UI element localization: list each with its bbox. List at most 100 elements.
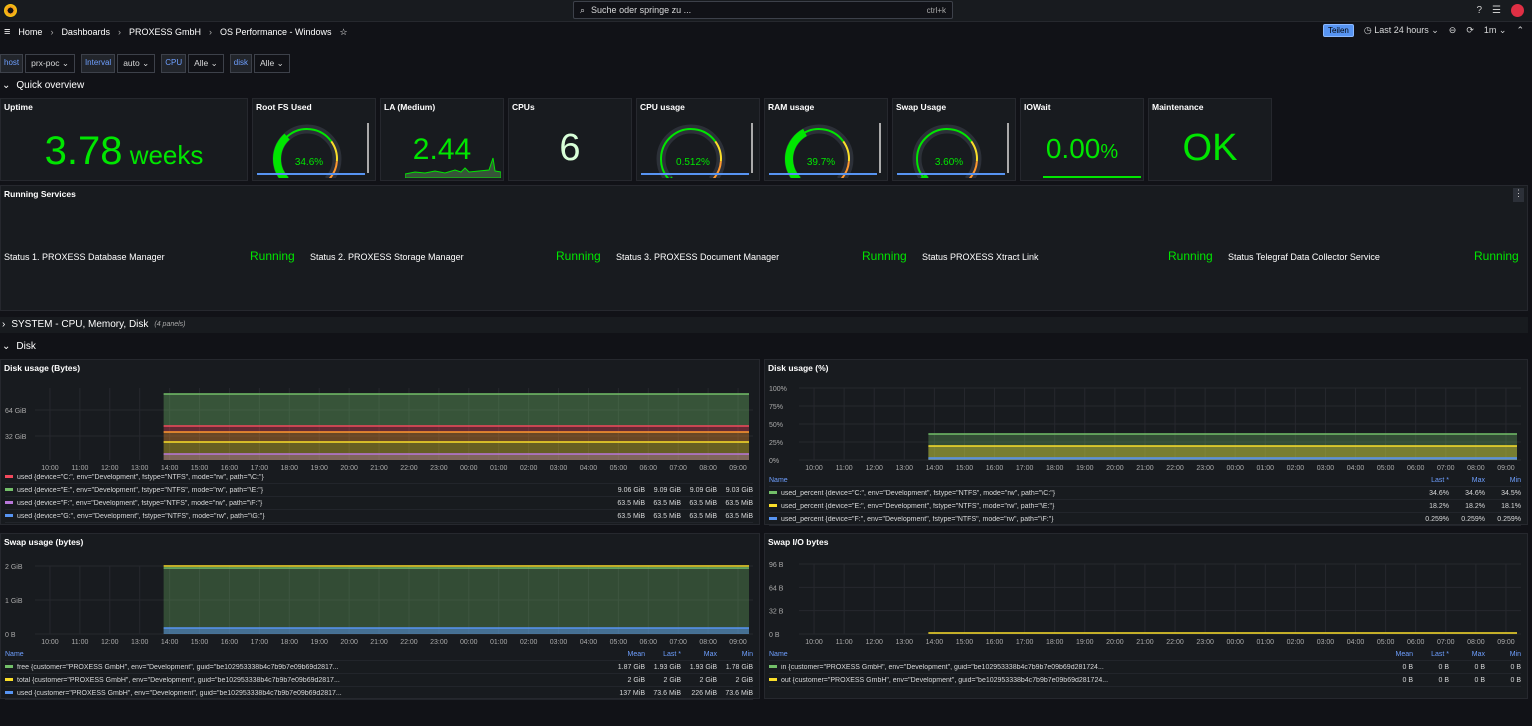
row-quick-overview[interactable]: ⌄ Quick overview [2,80,84,91]
legend-header-cell[interactable]: Last * [1413,651,1449,658]
legend-row[interactable]: total {customer="PROXESS GmbH", env="Dev… [5,674,753,687]
legend-value: 63.5 MiB [725,499,753,507]
panel-title: Running Services [4,189,76,199]
x-tick-label: 13:00 [896,639,914,646]
panel-running-services[interactable]: Running Services ⋮ [0,185,1528,311]
legend-value: 63.5 MiB [653,499,681,507]
panel-swap-io[interactable]: Swap I/O bytes 10:00 11:00 12:00 13:00 14:00… [764,533,1528,699]
news-icon[interactable]: ☰ [1492,5,1501,16]
legend-header-cell[interactable]: Mean [609,651,645,658]
panel-root-fs[interactable]: Root FS Used 34.6% [252,98,376,181]
legend-value: 0 B [1402,663,1413,671]
var-cpu-select[interactable]: Alle ⌄ [188,54,224,73]
var-interval-select[interactable]: auto ⌄ [117,54,156,73]
panel-title: Disk usage (Bytes) [4,363,81,373]
panel-swap-usage-bytes[interactable]: Swap usage (bytes) 10:00 11:00 12:00 13:00 1… [0,533,760,700]
legend-row[interactable]: used {device="C:", env="Development", fs… [5,471,753,484]
gauge-swap [897,123,1009,178]
chevron-down-icon: ⌄ [2,80,11,91]
gauge-bottom-bar [769,173,877,175]
legend-value: 63.5 MiB [689,512,717,520]
legend-header-cell[interactable]: Max [1449,477,1485,484]
legend-header-cell[interactable]: Last * [645,651,681,658]
row-system[interactable] [0,317,1528,333]
legend-row[interactable]: free {customer="PROXESS GmbH", env="Deve… [5,661,753,674]
panel-load-average[interactable]: LA (Medium) 2.44 [380,98,504,181]
legend-value: 9.09 GiB [653,486,681,494]
panel-cpu-usage[interactable]: CPU usage 0.512% [636,98,760,181]
legend-header-cell[interactable]: Min [1485,477,1521,484]
breadcrumb-dashboard[interactable]: OS Performance - Windows [220,27,332,37]
panel-menu-icon[interactable]: ⋮ [1513,188,1524,202]
x-tick-label: 16:00 [221,639,239,646]
panel-disk-usage-bytes[interactable]: Disk usage (Bytes) 10:00 11:00 12:00 13:00 1… [0,359,760,525]
collapse-icon[interactable]: ⌃ [1516,25,1524,36]
series-area [163,568,749,634]
legend-row[interactable]: used {device="G:", env="Development", fs… [5,510,753,523]
x-tick-label: 12:00 [101,639,119,646]
var-disk-select[interactable]: Alle ⌄ [254,54,290,73]
legend-value: 63.5 MiB [689,499,717,507]
time-picker[interactable]: ◷ Last 24 hours ⌄ [1364,25,1439,36]
panel-maintenance[interactable]: Maintenance OK [1148,98,1272,181]
help-icon[interactable]: ? [1476,5,1482,16]
legend-header-cell[interactable]: Name [769,651,1377,658]
legend-row[interactable]: in {customer="PROXESS GmbH", env="Develo… [769,661,1521,674]
panel-title: Swap I/O bytes [768,537,829,547]
zoom-out-icon[interactable]: ⊖ [1449,25,1457,36]
legend-header-cell[interactable]: Max [681,651,717,658]
panel-ram-usage[interactable]: RAM usage 39.7% [764,98,888,181]
legend-value: 0 B [1510,663,1521,671]
avatar[interactable] [1511,4,1524,17]
breadcrumb-home[interactable]: Home [18,27,42,37]
row-disk[interactable]: ⌄ Disk [2,341,36,352]
panel-iowait[interactable]: IOWait 0.00% [1020,98,1144,181]
legend-swatch [769,491,777,495]
legend-row[interactable]: out {customer="PROXESS GmbH", env="Devel… [769,674,1521,687]
panel-swap-usage[interactable]: Swap Usage 3.60% [892,98,1016,181]
legend-row[interactable]: used {device="E:", env="Development", fs… [5,484,753,497]
legend-header-cell[interactable]: Last * [1413,477,1449,484]
panel-title: Disk usage (%) [768,363,829,373]
legend-header-cell[interactable]: Max [1449,651,1485,658]
x-tick-label: 16:00 [986,639,1004,646]
search-input[interactable]: ⌕ Suche oder springe zu ... ctrl+k [573,1,953,19]
x-tick-label: 23:00 [1196,465,1214,472]
legend-row[interactable]: used_percent {device="F:", env="Developm… [769,513,1521,526]
legend-header-cell[interactable]: Name [5,651,609,658]
legend-value: 1.78 GiB [725,663,753,671]
legend-value: 137 MiB [619,689,645,697]
service-status: Running [1168,249,1213,263]
legend-row[interactable]: used_percent {device="E:", env="Developm… [769,500,1521,513]
refresh-interval[interactable]: 1m ⌄ [1484,25,1507,36]
x-tick-label: 03:00 [1317,639,1335,646]
legend-header-cell[interactable]: Mean [1377,651,1413,658]
share-button[interactable]: Teilen [1322,24,1354,37]
panel-disk-usage-percent[interactable]: Disk usage (%) 10:00 11:00 12:00 13:00 14:00… [764,359,1528,526]
x-tick-label: 13:00 [896,465,914,472]
legend-header-cell[interactable]: Min [1485,651,1521,658]
row-system-title[interactable]: › SYSTEM - CPU, Memory, Disk (4 panels) [2,319,186,330]
legend-header-cell[interactable]: Min [717,651,753,658]
legend-row[interactable]: used {device="F:", env="Development", fs… [5,497,753,510]
grafana-logo-icon[interactable] [4,4,17,17]
star-icon[interactable]: ☆ [340,27,348,38]
breadcrumb-dashboards[interactable]: Dashboards [61,27,110,37]
chart-disk-percent: 10:00 11:00 12:00 13:00 14:00 15:00 16:00 17:00… [769,386,1521,472]
legend-header-cell[interactable]: Name [769,477,1413,484]
var-host-select[interactable]: prx-poc ⌄ [25,54,75,73]
legend-row[interactable]: used_percent {device="C:", env="Developm… [769,487,1521,500]
breadcrumb-folder[interactable]: PROXESS GmbH [129,27,201,37]
y-tick-label: 2 GiB [5,564,23,571]
panel-title: Root FS Used [256,102,312,112]
menu-icon[interactable]: ≡ [4,26,10,38]
x-tick-label: 00:00 [1226,465,1244,472]
legend-row[interactable]: used {customer="PROXESS GmbH", env="Deve… [5,687,753,700]
service-label: Status 2. PROXESS Storage Manager [310,252,464,262]
legend-series-name: used_percent {device="F:", env="Developm… [769,516,1413,523]
panel-uptime[interactable]: Uptime 3.78 weeks [0,98,248,181]
refresh-button[interactable]: ⟳ [1466,25,1474,36]
panel-cpus[interactable]: CPUs 6 [508,98,632,181]
legend-value: 0.259% [1425,515,1449,523]
x-tick-label: 21:00 [370,639,388,646]
